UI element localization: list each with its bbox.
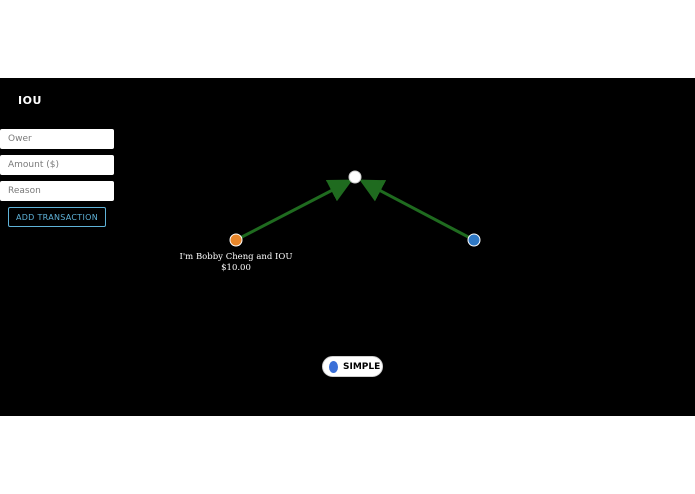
- edge-right-to-center: [359, 179, 475, 242]
- node-left-label-line1: I'm Bobby Cheng and IOU: [179, 252, 293, 262]
- node-right[interactable]: [467, 233, 481, 247]
- graph-stage: IOU ADD TRANSACTION I'm Bobby Cheng and …: [0, 78, 695, 416]
- node-left[interactable]: [229, 233, 243, 247]
- simple-toggle-label: SIMPLE: [343, 361, 381, 372]
- simple-toggle[interactable]: SIMPLE: [322, 356, 383, 377]
- node-center[interactable]: [348, 170, 362, 184]
- node-left-label: I'm Bobby Cheng and IOU $10.00: [176, 252, 296, 274]
- edge-left-to-center: [235, 179, 353, 242]
- toggle-knob-icon: [329, 360, 338, 373]
- node-left-label-line2: $10.00: [221, 263, 251, 273]
